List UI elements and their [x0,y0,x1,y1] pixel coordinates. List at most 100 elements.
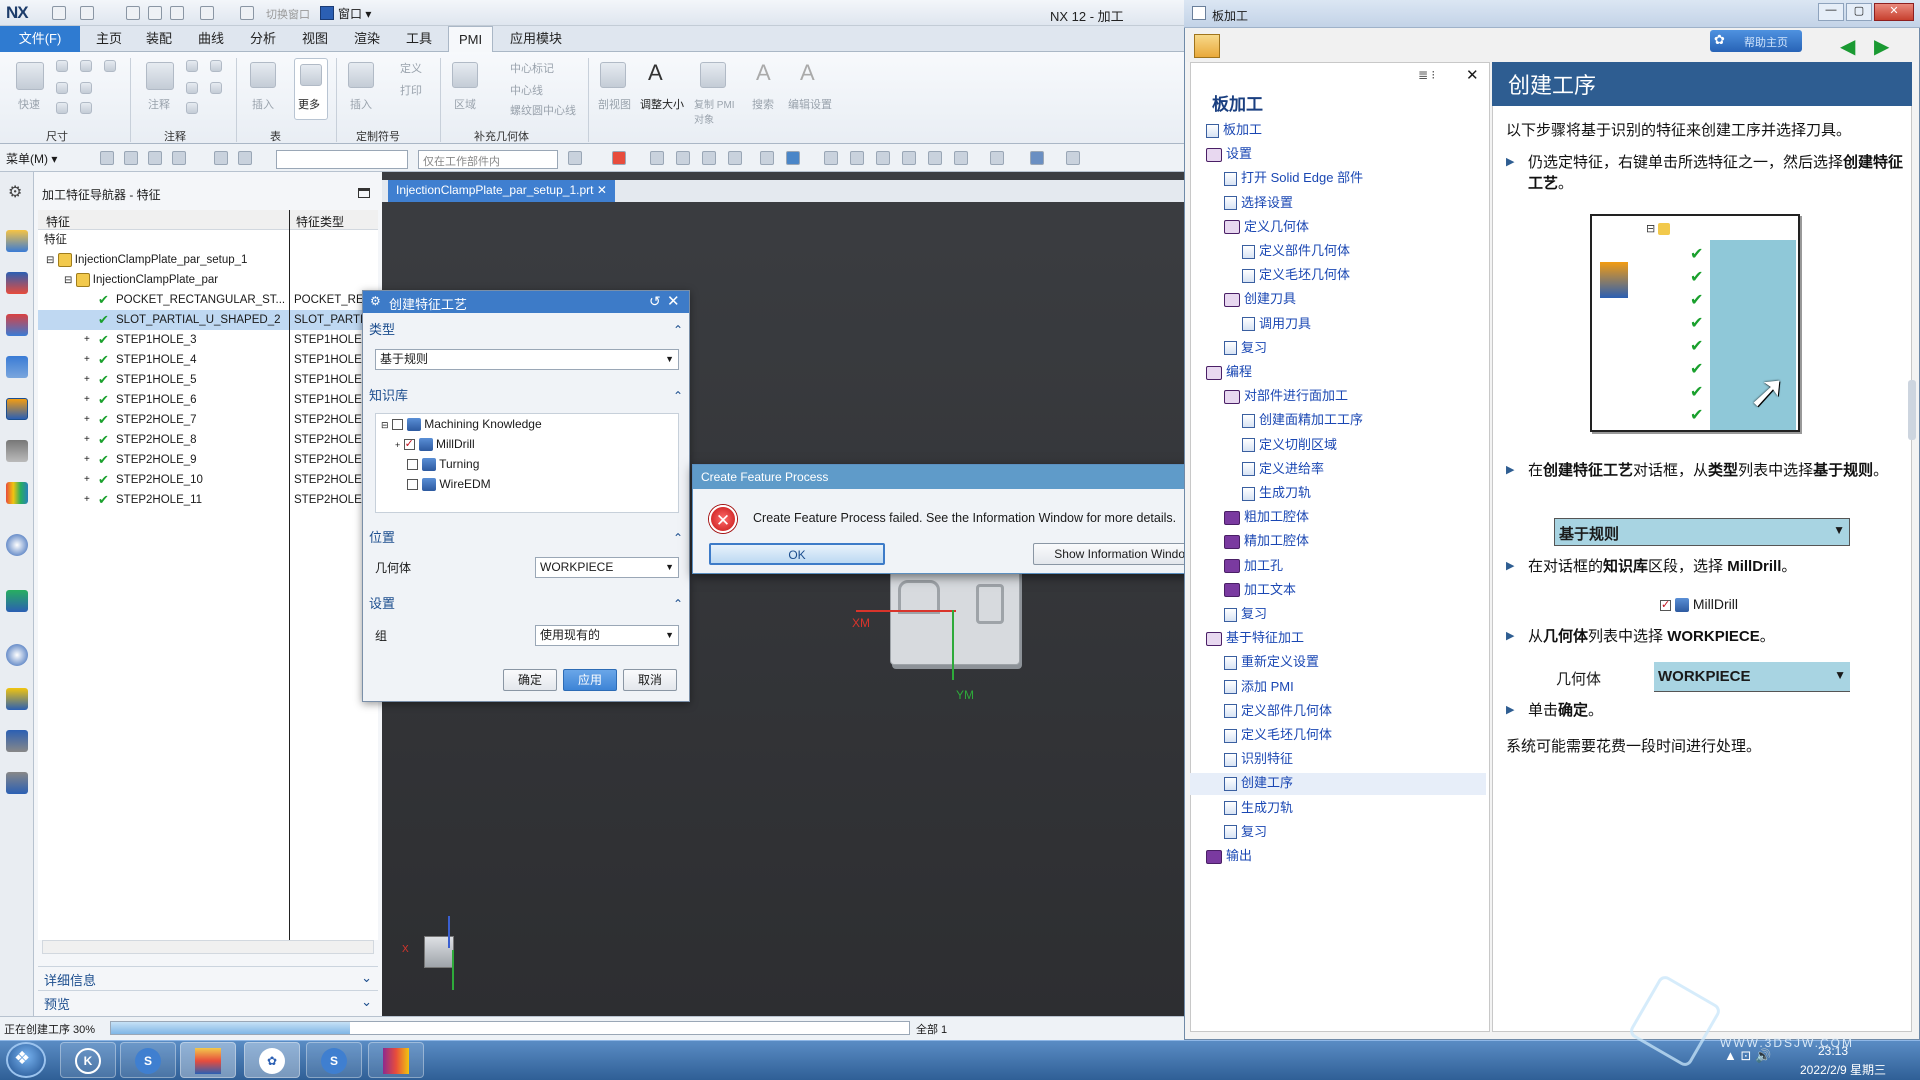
dim-icon[interactable] [104,60,116,72]
table-row[interactable]: + ✔ STEP1HOLE_6 STEP1HOLE [38,390,378,410]
toc-item[interactable]: 复习 [1190,822,1486,844]
expand-icon[interactable]: + [84,410,90,430]
toc-item[interactable]: 定义几何体 [1190,217,1486,239]
type-dropdown[interactable]: 基于规则 ▼ [375,349,679,370]
toc-item[interactable]: 识别特征 [1190,749,1486,771]
process-studio-icon[interactable] [6,688,28,710]
tab-pmi[interactable]: PMI [448,26,494,52]
table-row[interactable]: + ✔ STEP2HOLE_11 STEP2HOLE [38,490,378,510]
toc-item[interactable]: 输出 [1190,846,1486,868]
expand-icon[interactable]: + [84,390,90,410]
details-panel-header[interactable]: 详细信息 ⌄ [38,966,378,988]
geometry-dropdown[interactable]: WORKPIECE ▼ [535,557,679,578]
table-row[interactable]: ✔ SLOT_PARTIAL_U_SHAPED_2 SLOT_PARTI [38,310,378,330]
snap-icon[interactable] [650,151,664,165]
document-tab[interactable]: InjectionClampPlate_par_setup_1.prt ✕ [388,180,615,202]
refresh-icon[interactable] [876,151,890,165]
table-row[interactable]: + ✔ STEP2HOLE_8 STEP2HOLE [38,430,378,450]
view-icon[interactable] [1066,151,1080,165]
close-icon[interactable]: ✕ [667,292,680,310]
toc-item[interactable]: 粗加工腔体 [1190,507,1486,529]
toc-item[interactable]: 定义切削区域 [1190,435,1486,457]
center-mark-label[interactable]: 中心标记 [510,60,554,76]
toc-item[interactable]: 定义毛坯几何体 [1190,725,1486,747]
cube-icon[interactable] [786,151,800,165]
info-icon[interactable] [6,534,28,556]
back-arrow-icon[interactable]: ◀ [1840,34,1855,59]
dim-icon[interactable] [80,82,92,94]
expand-icon[interactable]: + [84,350,90,370]
snap-icon[interactable] [568,151,582,165]
menu-button[interactable]: 菜单(M) ▾ [6,150,57,167]
cut-icon[interactable] [126,6,140,20]
col-type-header[interactable]: 特征类型 [296,213,344,230]
checkbox[interactable] [391,419,403,431]
insert-icon[interactable] [250,62,276,88]
view-icon[interactable] [928,151,942,165]
custom-symbol-icon[interactable] [348,62,374,88]
thread-center-label[interactable]: 螺纹圆中心线 [510,102,576,118]
toc-item[interactable]: 打开 Solid Edge 部件 [1190,168,1486,190]
tree-root[interactable]: 特征 [38,230,378,250]
touch-mode-icon[interactable] [240,6,254,20]
define-label[interactable]: 定义 [400,60,422,76]
table-row[interactable]: + ✔ STEP1HOLE_4 STEP1HOLE [38,350,378,370]
error-ok-button[interactable]: OK [709,543,885,565]
filter-icon[interactable] [238,151,252,165]
assembly-navigator-icon[interactable] [6,272,28,294]
edit-settings-icon[interactable]: A [800,60,815,86]
scrollbar-thumb[interactable] [1908,380,1916,440]
repeat-icon[interactable] [200,6,214,20]
expand-icon[interactable]: + [84,490,90,510]
note-icon[interactable] [186,60,198,72]
gear-icon[interactable]: ⚙ [8,182,22,202]
constraint-navigator-icon[interactable] [6,314,28,336]
maximize-button[interactable]: ▢ [1846,3,1872,21]
note-icon[interactable] [186,82,198,94]
table-row[interactable]: + ✔ STEP1HOLE_3 STEP1HOLE [38,330,378,350]
search-pmi-icon[interactable]: A [756,60,771,86]
checkbox[interactable] [407,459,418,471]
toc-item[interactable]: 重新定义设置 [1190,652,1486,674]
close-icon[interactable]: ✕ [1466,66,1479,84]
toc-item[interactable]: 定义毛坯几何体 [1190,265,1486,287]
system-materials-icon[interactable] [6,772,28,794]
copy-pmi-icon[interactable] [700,62,726,88]
note-icon[interactable] [210,60,222,72]
toc-item[interactable]: 定义部件几何体 [1190,241,1486,263]
tree-setup-node[interactable]: ⊟ InjectionClampPlate_par_setup_1 [38,250,378,270]
collapse-icon[interactable]: ⊟ [381,420,389,430]
section-type[interactable]: 类型 ⌃ [369,319,683,341]
toc-item[interactable]: 加工文本 [1190,580,1486,602]
toc-item[interactable]: 编程 [1190,362,1486,384]
kb-item-turning[interactable]: Turning [407,457,479,472]
tab-file[interactable]: 文件(F) [0,26,80,52]
toc-item[interactable]: 定义部件几何体 [1190,701,1486,723]
machine-navigator-icon[interactable] [6,440,28,462]
expand-icon[interactable]: + [84,430,90,450]
tab-tools[interactable]: 工具 [396,26,442,52]
dim-icon[interactable] [80,60,92,72]
expand-icon[interactable]: + [84,450,90,470]
view-icon[interactable] [902,151,916,165]
toc-item[interactable]: 添加 PMI [1190,677,1486,699]
table-row[interactable]: + ✔ STEP1HOLE_5 STEP1HOLE [38,370,378,390]
tab-assembly[interactable]: 装配 [136,26,182,52]
pocket-feature[interactable] [976,584,1004,624]
snap-icon[interactable] [702,151,716,165]
filter-icon[interactable] [148,151,162,165]
kb-root-item[interactable]: ⊟ Machining Knowledge [381,417,542,432]
centerline-label[interactable]: 中心线 [510,82,543,98]
taskbar-app-k[interactable]: K [60,1042,116,1078]
toc-item[interactable]: 调用刀具 [1190,314,1486,336]
tab-curve[interactable]: 曲线 [188,26,234,52]
close-button[interactable]: ✕ [1874,3,1914,21]
toc-item[interactable]: 生成刀轨 [1190,483,1486,505]
roles-icon[interactable] [6,730,28,752]
toc-item[interactable]: 生成刀轨 [1190,798,1486,820]
select-icon[interactable] [612,151,626,165]
view-icon[interactable] [824,151,838,165]
toc-item[interactable]: 创建工序 [1190,773,1486,796]
filter-icon[interactable] [124,151,138,165]
print-label[interactable]: 打印 [400,82,422,98]
